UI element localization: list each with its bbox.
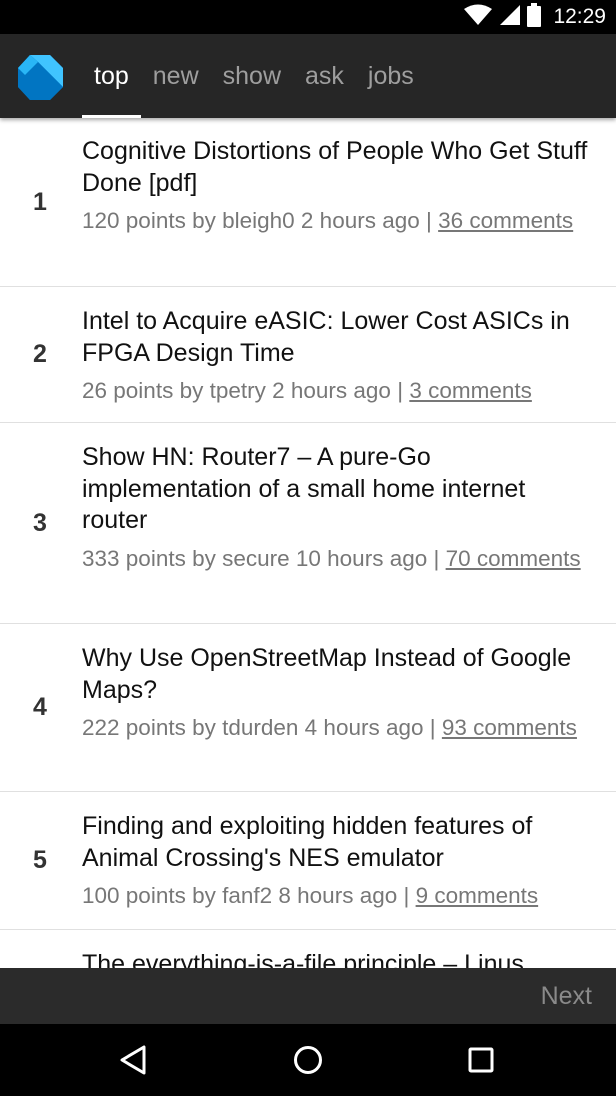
story-title[interactable]: Show HN: Router7 – A pure-Go implementat…: [82, 442, 596, 537]
story-title[interactable]: Why Use OpenStreetMap Instead of Google …: [82, 643, 596, 706]
story-rank: 1: [33, 187, 47, 216]
cell-signal-icon: [499, 4, 521, 31]
story-rank: 5: [33, 846, 47, 874]
tab-show[interactable]: show: [211, 34, 293, 118]
story-title[interactable]: Cognitive Distortions of People Who Get …: [82, 136, 596, 199]
tab-jobs[interactable]: jobs: [356, 34, 426, 118]
status-bar: 12:29: [0, 0, 616, 34]
next-button[interactable]: Next: [541, 968, 592, 1024]
tab-bar: top new show ask jobs: [82, 34, 426, 118]
story-meta: 333 points by secure 10 hours ago | 70 c…: [82, 543, 596, 575]
story-title[interactable]: Intel to Acquire eASIC: Lower Cost ASICs…: [82, 306, 596, 369]
wifi-icon: [463, 4, 493, 31]
comments-link[interactable]: 36 comments: [438, 208, 573, 233]
story-info: 120 points by bleigh0 2 hours ago |: [82, 208, 432, 233]
story-item[interactable]: 5 Finding and exploiting hidden features…: [0, 792, 616, 930]
status-icons: 12:29: [463, 2, 606, 32]
story-item[interactable]: 4 Why Use OpenStreetMap Instead of Googl…: [0, 624, 616, 792]
story-meta: 100 points by fanf2 8 hours ago | 9 comm…: [82, 880, 596, 912]
pagination-bar: Next: [0, 968, 616, 1024]
dart-logo-icon[interactable]: [16, 53, 64, 101]
story-meta: 222 points by tdurden 4 hours ago | 93 c…: [82, 712, 596, 744]
story-title[interactable]: Finding and exploiting hidden features o…: [82, 811, 596, 874]
story-info: 222 points by tdurden 4 hours ago |: [82, 715, 436, 740]
tab-top[interactable]: top: [82, 34, 141, 118]
story-rank: 3: [33, 508, 47, 537]
tab-ask[interactable]: ask: [293, 34, 356, 118]
story-meta: 120 points by bleigh0 2 hours ago | 36 c…: [82, 205, 596, 237]
tab-new[interactable]: new: [141, 34, 211, 118]
battery-icon: [527, 2, 542, 32]
comments-link[interactable]: 3 comments: [409, 378, 532, 403]
story-info: 26 points by tpetry 2 hours ago |: [82, 378, 404, 403]
app-bar: top new show ask jobs: [0, 34, 616, 118]
story-info: 100 points by fanf2 8 hours ago |: [82, 883, 410, 908]
story-item[interactable]: 3 Show HN: Router7 – A pure-Go implement…: [0, 423, 616, 624]
comments-link[interactable]: 93 comments: [442, 715, 577, 740]
system-nav-bar: [0, 1024, 616, 1096]
home-icon[interactable]: [286, 1038, 330, 1082]
comments-link[interactable]: 9 comments: [416, 883, 539, 908]
story-title[interactable]: The everything-is-a-file principle – Lin…: [82, 949, 596, 968]
recents-icon[interactable]: [459, 1038, 503, 1082]
story-rank: 4: [33, 693, 47, 721]
clock: 12:29: [553, 5, 606, 28]
story-item[interactable]: 1 Cognitive Distortions of People Who Ge…: [0, 118, 616, 287]
story-list[interactable]: 1 Cognitive Distortions of People Who Ge…: [0, 118, 616, 968]
story-item[interactable]: The everything-is-a-file principle – Lin…: [0, 930, 616, 968]
story-item[interactable]: 2 Intel to Acquire eASIC: Lower Cost ASI…: [0, 287, 616, 423]
story-info: 333 points by secure 10 hours ago |: [82, 545, 440, 571]
story-rank: 2: [33, 340, 47, 368]
back-icon[interactable]: [111, 1038, 155, 1082]
comments-link[interactable]: 70 comments: [446, 546, 581, 571]
story-meta: 26 points by tpetry 2 hours ago | 3 comm…: [82, 375, 596, 407]
